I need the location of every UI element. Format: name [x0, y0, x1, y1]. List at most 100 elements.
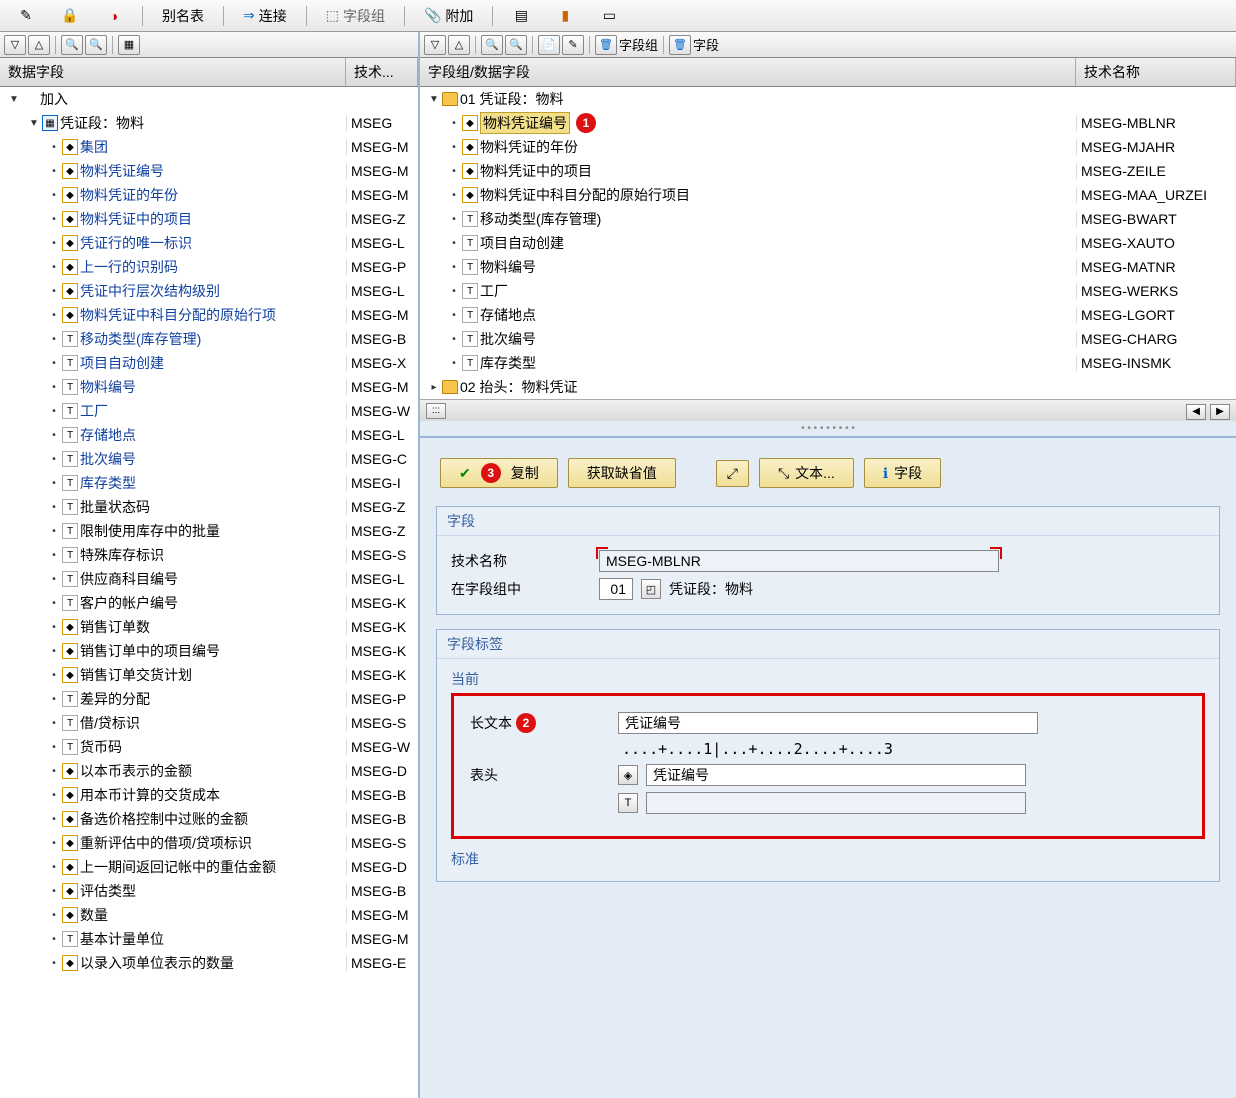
- tree-row[interactable]: •◆物料凭证中的项目MSEG-Z: [0, 207, 418, 231]
- find-icon[interactable]: 🔍: [61, 35, 83, 55]
- tree-expander[interactable]: •: [48, 886, 60, 897]
- splitter-grip[interactable]: • • • • • • • • •: [420, 421, 1236, 436]
- layout-icon[interactable]: ▦: [118, 35, 140, 55]
- move-left-icon[interactable]: ⤢: [716, 460, 749, 487]
- tree-row[interactable]: •T库存类型MSEG-I: [0, 471, 418, 495]
- tree-expander[interactable]: ▼: [8, 94, 20, 105]
- tree-row[interactable]: •◆物料凭证中科目分配的原始行项MSEG-M: [0, 303, 418, 327]
- tree-expander[interactable]: •: [48, 502, 60, 513]
- tree-row[interactable]: ▸02 抬头：物料凭证: [420, 375, 1236, 399]
- tree-row[interactable]: •◆集团MSEG-M: [0, 135, 418, 159]
- tree-expander[interactable]: •: [48, 574, 60, 585]
- tree-expander[interactable]: •: [448, 214, 460, 225]
- attach-button[interactable]: 📎附加: [413, 2, 484, 30]
- tree-expander[interactable]: •: [48, 910, 60, 921]
- tree-expander[interactable]: •: [48, 358, 60, 369]
- tree-expander[interactable]: ▼: [28, 118, 40, 129]
- expand-all-icon[interactable]: ▽: [4, 35, 26, 55]
- tree-expander[interactable]: •: [48, 310, 60, 321]
- tree-expander[interactable]: •: [448, 358, 460, 369]
- tree-expander[interactable]: •: [448, 166, 460, 177]
- tree-row[interactable]: •◆凭证行的唯一标识MSEG-L: [0, 231, 418, 255]
- get-default-button[interactable]: 获取缺省值: [568, 458, 676, 488]
- tree-row[interactable]: •◆评估类型MSEG-B: [0, 879, 418, 903]
- tree-row[interactable]: •T物料编号MSEG-MATNR: [420, 255, 1236, 279]
- tree-row[interactable]: •T供应商科目编号MSEG-L: [0, 567, 418, 591]
- tree-expander[interactable]: ▼: [428, 94, 440, 105]
- tree-row[interactable]: •T限制使用库存中的批量MSEG-Z: [0, 519, 418, 543]
- tree-row[interactable]: •◆以本币表示的金额MSEG-D: [0, 759, 418, 783]
- tree-expander[interactable]: •: [48, 166, 60, 177]
- tree-expander[interactable]: •: [48, 862, 60, 873]
- tree-expander[interactable]: •: [48, 190, 60, 201]
- tree-row[interactable]: •T特殊库存标识MSEG-S: [0, 543, 418, 567]
- tree-expander[interactable]: •: [48, 622, 60, 633]
- in-group-number-field[interactable]: [599, 578, 633, 600]
- collapse-all-icon[interactable]: △: [448, 35, 470, 55]
- tree-expander[interactable]: •: [48, 430, 60, 441]
- nav-left-icon[interactable]: ◀: [1186, 404, 1206, 420]
- tree-expander[interactable]: •: [448, 334, 460, 345]
- long-text-field[interactable]: [618, 712, 1038, 734]
- tree-row[interactable]: •◆销售订单数MSEG-K: [0, 615, 418, 639]
- tree-row[interactable]: •◆重新评估中的借项/贷项标识MSEG-S: [0, 831, 418, 855]
- tree-row[interactable]: ▼01 凭证段：物料: [420, 87, 1236, 111]
- tree-expander[interactable]: •: [48, 334, 60, 345]
- delete-group-icon[interactable]: 🗑: [595, 35, 617, 55]
- tree-expander[interactable]: •: [48, 478, 60, 489]
- new-icon[interactable]: 📄: [538, 35, 560, 55]
- tree-row[interactable]: •T移动类型(库存管理)MSEG-BWART: [420, 207, 1236, 231]
- tree-expander[interactable]: •: [48, 766, 60, 777]
- tree-row[interactable]: •◆物料凭证编号MSEG-M: [0, 159, 418, 183]
- tree-expander[interactable]: •: [48, 790, 60, 801]
- tree-expander[interactable]: ▸: [428, 382, 440, 393]
- tree-expander[interactable]: •: [48, 286, 60, 297]
- tree-row[interactable]: •T批量状态码MSEG-Z: [0, 495, 418, 519]
- left-tree[interactable]: ▼加入▼▦凭证段：物料MSEG•◆集团MSEG-M•◆物料凭证编号MSEG-M•…: [0, 87, 418, 1098]
- tree-row[interactable]: •◆凭证中行层次结构级别MSEG-L: [0, 279, 418, 303]
- f4-help-icon[interactable]: ◰: [641, 579, 661, 599]
- tree-row[interactable]: •T客户的帐户编号MSEG-K: [0, 591, 418, 615]
- tree-expander[interactable]: •: [48, 718, 60, 729]
- tree-expander[interactable]: •: [448, 238, 460, 249]
- tree-row[interactable]: •T项目自动创建MSEG-XAUTO: [420, 231, 1236, 255]
- collapse-all-icon[interactable]: △: [28, 35, 50, 55]
- find-next-icon[interactable]: 🔍: [505, 35, 527, 55]
- delete-field-icon[interactable]: 🗑: [669, 35, 691, 55]
- tree-row[interactable]: •T工厂MSEG-WERKS: [420, 279, 1236, 303]
- tree-row[interactable]: •◆备选价格控制中过账的金额MSEG-B: [0, 807, 418, 831]
- tree-expander[interactable]: •: [448, 310, 460, 321]
- tree-expander[interactable]: •: [48, 238, 60, 249]
- nav-right-icon[interactable]: ▶: [1210, 404, 1230, 420]
- copy-button[interactable]: ✔ 3 复制: [440, 458, 558, 488]
- tree-row[interactable]: •T工厂MSEG-W: [0, 399, 418, 423]
- tree-row[interactable]: •◆物料凭证的年份MSEG-M: [0, 183, 418, 207]
- tree-row[interactable]: •◆以录入项单位表示的数量MSEG-E: [0, 951, 418, 975]
- center-icon[interactable]: :::: [426, 403, 446, 419]
- tree-row[interactable]: •T差异的分配MSEG-P: [0, 687, 418, 711]
- tree-expander[interactable]: •: [448, 142, 460, 153]
- tree-row[interactable]: •◆数量MSEG-M: [0, 903, 418, 927]
- left-col2-header[interactable]: 技术...: [346, 58, 418, 86]
- tree-expander[interactable]: •: [48, 838, 60, 849]
- misc-icon-1[interactable]: ▤: [501, 3, 541, 29]
- right-col2-header[interactable]: 技术名称: [1076, 58, 1236, 86]
- tree-row[interactable]: •T物料编号MSEG-M: [0, 375, 418, 399]
- tree-expander[interactable]: •: [48, 742, 60, 753]
- connect-button[interactable]: ⇒连接: [232, 2, 298, 30]
- tree-row[interactable]: •T批次编号MSEG-C: [0, 447, 418, 471]
- tree-row[interactable]: •◆销售订单交货计划MSEG-K: [0, 663, 418, 687]
- misc-icon-2[interactable]: ▮: [545, 3, 585, 29]
- tree-expander[interactable]: •: [48, 382, 60, 393]
- tree-row[interactable]: •T存储地点MSEG-LGORT: [420, 303, 1236, 327]
- tree-row[interactable]: •◆物料凭证中的项目MSEG-ZEILE: [420, 159, 1236, 183]
- tree-row[interactable]: •T货币码MSEG-W: [0, 735, 418, 759]
- tree-row[interactable]: •T项目自动创建MSEG-X: [0, 351, 418, 375]
- tree-row[interactable]: •◆上一行的识别码MSEG-P: [0, 255, 418, 279]
- tree-expander[interactable]: •: [48, 550, 60, 561]
- tree-row[interactable]: ▼加入: [0, 87, 418, 111]
- tree-expander[interactable]: •: [448, 286, 460, 297]
- tree-expander[interactable]: •: [48, 406, 60, 417]
- header-icon-2[interactable]: T: [618, 793, 638, 813]
- tree-expander[interactable]: •: [48, 142, 60, 153]
